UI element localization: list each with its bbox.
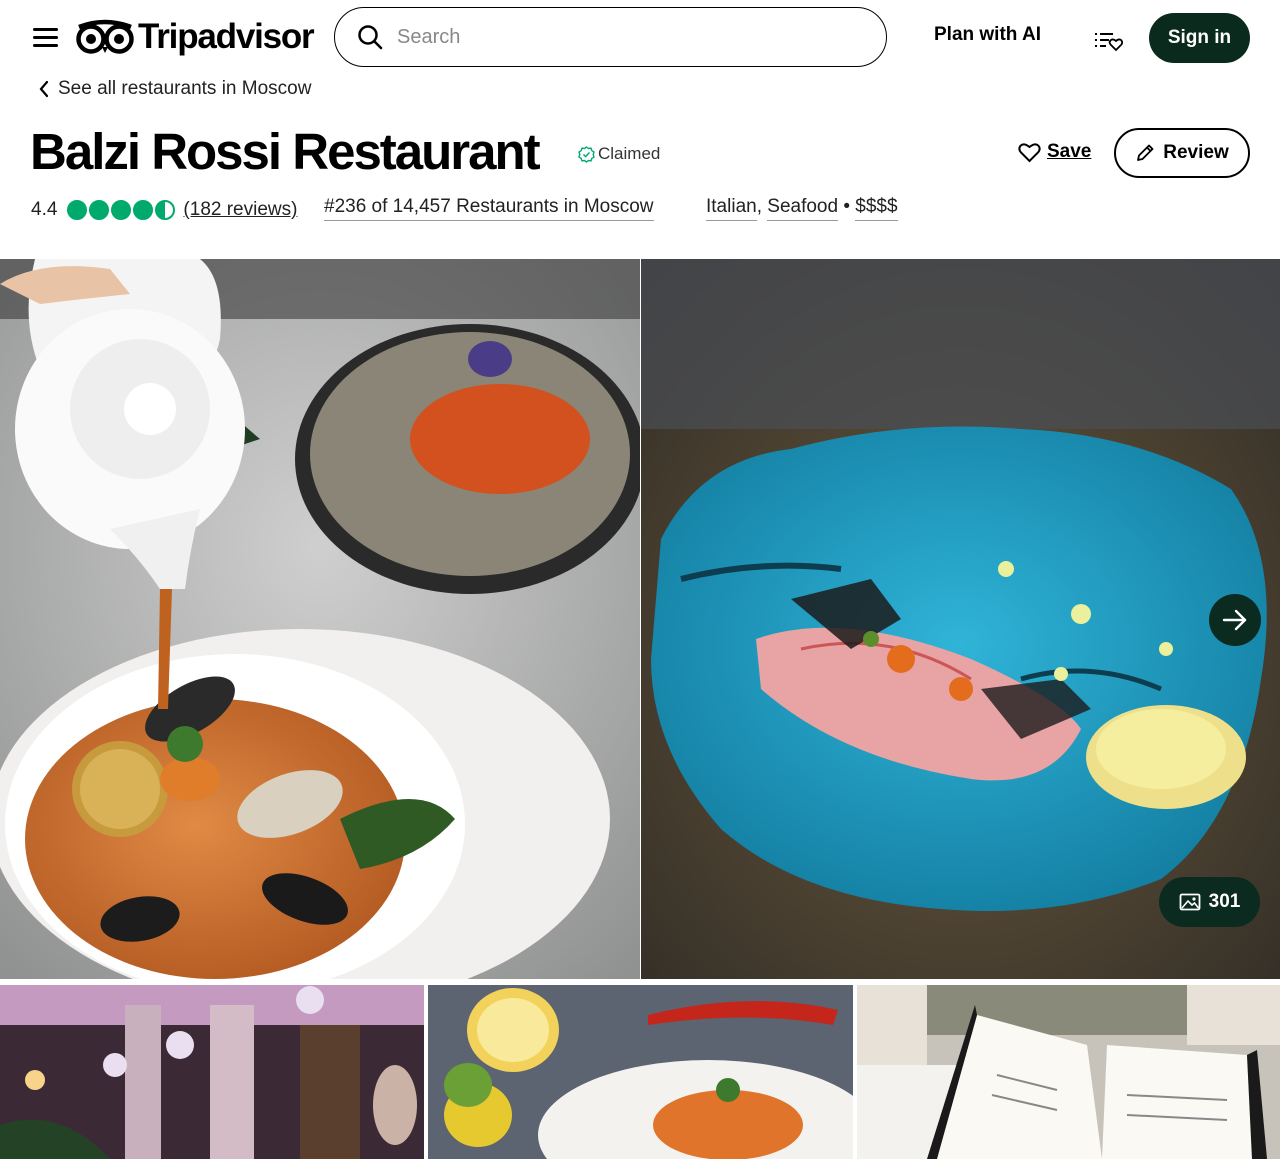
breadcrumb-label: See all restaurants in Moscow <box>58 78 312 99</box>
thumbnail-menu[interactable] <box>857 985 1280 1159</box>
review-label: Review <box>1163 142 1229 163</box>
menu-icon[interactable] <box>33 28 58 48</box>
interior-photo-image <box>0 985 424 1159</box>
pencil-icon <box>1137 144 1154 161</box>
rating-row: 4.4 (182 reviews) <box>31 196 297 224</box>
pasta-photo-image <box>428 985 853 1159</box>
cuisine-tag[interactable]: Seafood <box>767 196 839 221</box>
save-label: Save <box>1047 141 1092 162</box>
sign-in-button[interactable]: Sign in <box>1149 13 1250 63</box>
shrimp-dish-photo-image <box>641 259 1280 979</box>
arrow-right-icon <box>1222 609 1247 631</box>
main-photo[interactable] <box>0 259 640 979</box>
plan-with-ai-link[interactable]: Plan with AI <box>934 24 1041 46</box>
review-button[interactable]: Review <box>1114 128 1250 178</box>
menu-photo-image <box>857 985 1280 1159</box>
claimed-label: Claimed <box>598 144 661 163</box>
rating-bubble-half-icon <box>155 200 176 220</box>
heart-icon <box>1018 142 1041 162</box>
photo-count-button[interactable]: 301 <box>1159 877 1260 927</box>
search-icon <box>358 25 383 50</box>
image-icon <box>1179 893 1201 911</box>
header: Tripadvisor Plan with AI Sign in <box>0 0 1280 72</box>
chevron-left-icon <box>39 80 49 98</box>
secondary-photo[interactable] <box>641 259 1280 979</box>
rating-bubble-full-icon <box>89 200 110 220</box>
price-tag[interactable]: $$$$ <box>855 196 898 221</box>
rating-value: 4.4 <box>31 199 58 220</box>
owl-logo-icon <box>76 19 134 54</box>
thumbnail-pasta[interactable] <box>428 985 853 1159</box>
cuisine-tag[interactable]: Italian <box>706 196 757 221</box>
trips-heart-icon[interactable] <box>1093 30 1123 52</box>
page-title: Balzi Rossi Restaurant <box>30 123 541 180</box>
logo-text: Tripadvisor <box>138 17 315 56</box>
rating-bubble-full-icon <box>111 200 132 220</box>
tripadvisor-logo[interactable]: Tripadvisor <box>76 17 315 57</box>
next-photo-button[interactable] <box>1209 594 1261 646</box>
search-bar[interactable] <box>334 7 887 67</box>
soup-photo-image <box>0 259 640 979</box>
rating-bubble-full-icon <box>67 200 88 220</box>
breadcrumb[interactable]: See all restaurants in Moscow <box>38 78 311 100</box>
rating-bubbles <box>67 200 177 220</box>
ranking-link[interactable]: #236 of 14,457 Restaurants in Moscow <box>324 196 654 221</box>
save-button[interactable]: Save <box>1018 141 1091 163</box>
claimed-badge[interactable]: Claimed <box>578 144 660 164</box>
photo-count-label: 301 <box>1208 891 1241 912</box>
search-input[interactable] <box>397 25 837 49</box>
rating-bubble-full-icon <box>133 200 154 220</box>
reviews-link[interactable]: (182 reviews) <box>183 199 297 221</box>
verified-check-icon <box>578 145 595 163</box>
thumbnail-interior[interactable] <box>0 985 424 1159</box>
cuisine-list: Italian , Seafood • $$$$ <box>706 196 898 221</box>
